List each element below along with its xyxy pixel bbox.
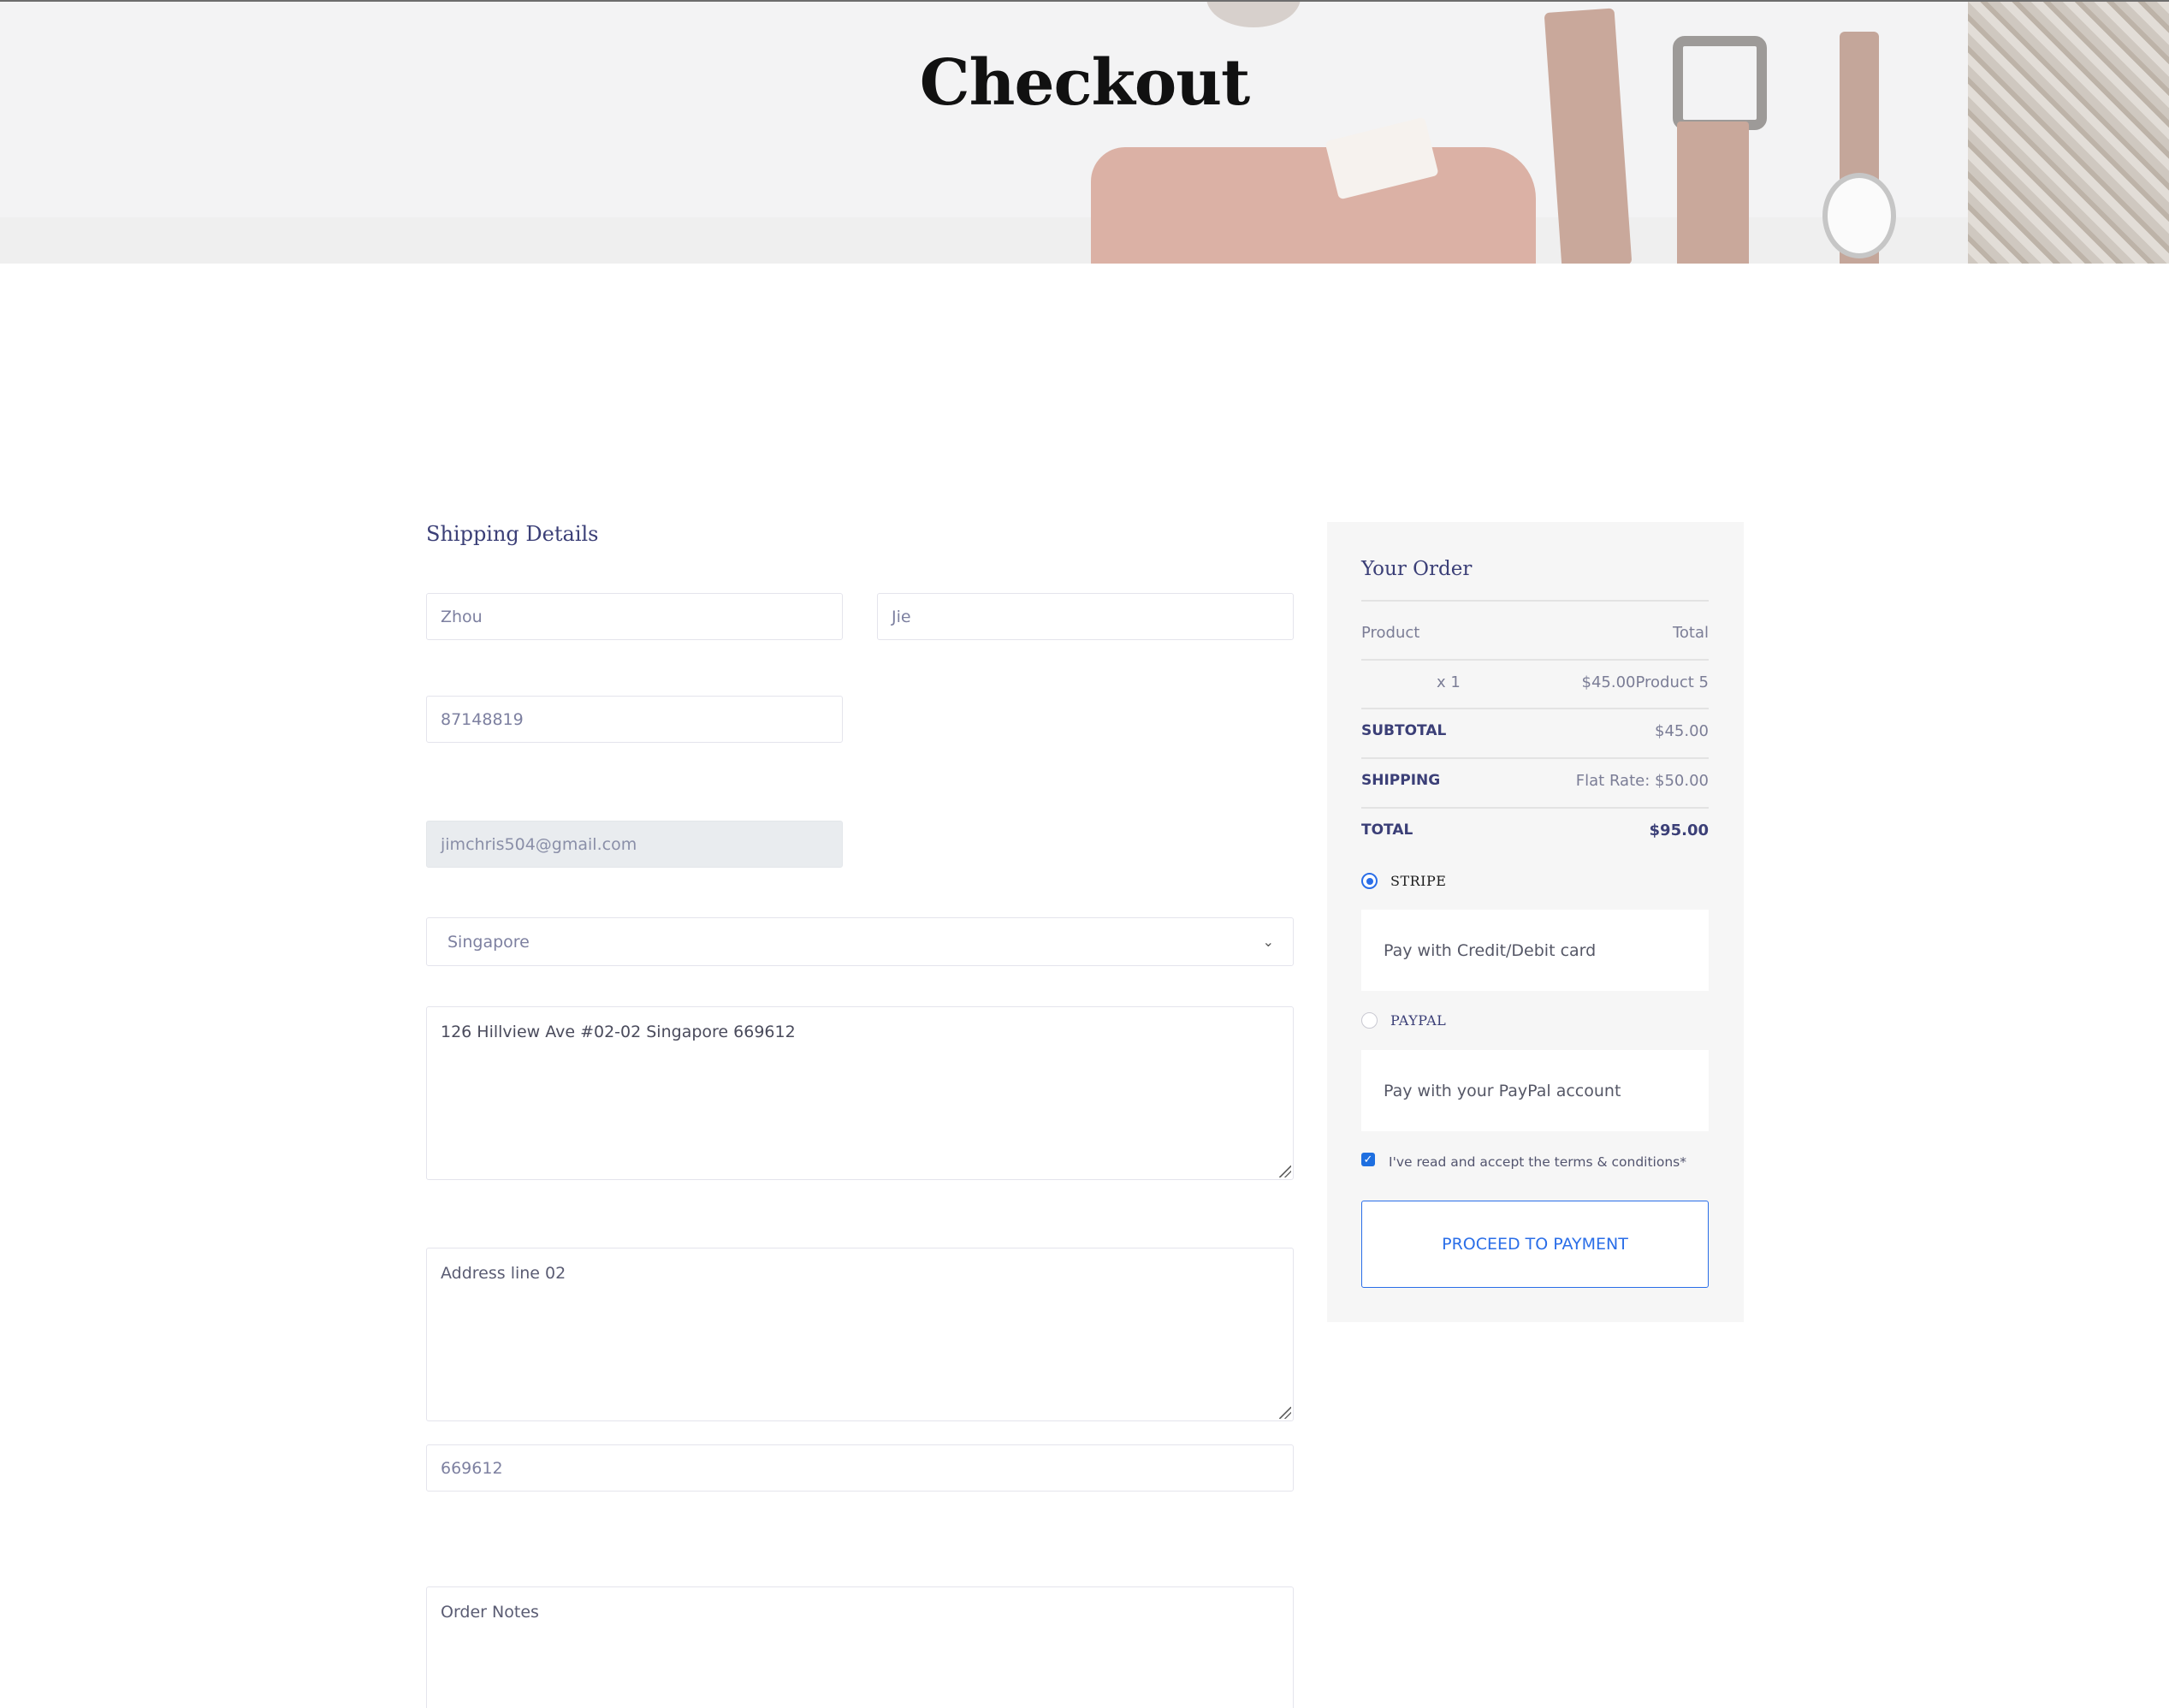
first-name-input[interactable]: Zhou [426, 593, 843, 640]
order-notes-placeholder: Order Notes [441, 1603, 539, 1622]
divider [1361, 757, 1709, 759]
your-order-heading: Your Order [1361, 558, 1473, 580]
divider [1361, 807, 1709, 809]
terms-label[interactable]: I've read and accept the terms & conditi… [1389, 1154, 1686, 1170]
terms-checkbox[interactable]: ✓ [1361, 1153, 1375, 1166]
country-select[interactable]: Singapore ⌄ [426, 917, 1294, 966]
shipping-value: Flat Rate: $50.00 [1575, 772, 1709, 790]
postal-code-input[interactable]: 669612 [426, 1444, 1294, 1492]
address-line-2-textarea[interactable]: Address line 02 [426, 1248, 1294, 1421]
paypal-label[interactable]: PAYPAL [1390, 1012, 1446, 1029]
proceed-to-payment-button[interactable]: PROCEED TO PAYMENT [1361, 1201, 1709, 1288]
last-name-value: Jie [892, 607, 911, 626]
total-column-header: Total [1672, 624, 1709, 642]
divider [1361, 659, 1709, 661]
phone-input[interactable]: 87148819 [426, 696, 843, 743]
address-line-2-placeholder: Address line 02 [441, 1264, 566, 1283]
divider [1361, 708, 1709, 709]
first-name-value: Zhou [441, 607, 483, 626]
knit-sweater-image [1968, 2, 2169, 264]
belt-strap-image [1677, 122, 1749, 264]
stripe-description-box: Pay with Credit/Debit card [1361, 910, 1709, 991]
page-title: Checkout [919, 46, 1250, 120]
last-name-input[interactable]: Jie [877, 593, 1294, 640]
resize-handle-icon[interactable] [1279, 1407, 1291, 1419]
total-label: TOTAL [1361, 821, 1413, 839]
item-price-name: $45.00Product 5 [1581, 673, 1710, 691]
stripe-label[interactable]: STRIPE [1390, 873, 1446, 889]
stripe-radio[interactable] [1361, 873, 1378, 889]
postal-code-value: 669612 [441, 1458, 503, 1478]
hero-banner: Checkout [0, 0, 2169, 264]
address-line-1-textarea[interactable]: 126 Hillview Ave #02-02 Singapore 669612 [426, 1006, 1294, 1180]
pants-image [1091, 147, 1536, 264]
phone-value: 87148819 [441, 709, 524, 729]
paypal-description: Pay with your PayPal account [1384, 1081, 1621, 1100]
paypal-radio[interactable] [1361, 1012, 1378, 1029]
subtotal-label: SUBTOTAL [1361, 722, 1447, 739]
watch-image [1822, 173, 1896, 258]
address-line-1-value: 126 Hillview Ave #02-02 Singapore 669612 [441, 1023, 796, 1041]
proceed-button-label: PROCEED TO PAYMENT [1442, 1235, 1628, 1254]
resize-handle-icon[interactable] [1279, 1165, 1291, 1177]
stripe-description: Pay with Credit/Debit card [1384, 940, 1597, 960]
total-value: $95.00 [1649, 821, 1709, 839]
shipping-details-heading: Shipping Details [426, 522, 599, 546]
divider [1361, 600, 1709, 602]
chevron-down-icon: ⌄ [1262, 934, 1274, 950]
product-column-header: Product [1361, 624, 1420, 642]
shipping-label: SHIPPING [1361, 772, 1441, 789]
email-input: jimchris504@gmail.com [426, 821, 843, 868]
order-summary-panel: Your Order Product Total x 1 $45.00Produ… [1327, 522, 1744, 1322]
paypal-description-box: Pay with your PayPal account [1361, 1050, 1709, 1131]
item-quantity: x 1 [1437, 673, 1461, 691]
email-value: jimchris504@gmail.com [441, 834, 637, 854]
subtotal-value: $45.00 [1655, 722, 1709, 740]
country-value: Singapore [447, 932, 530, 952]
cup-image [1206, 2, 1301, 27]
order-notes-textarea[interactable]: Order Notes [426, 1586, 1294, 1708]
